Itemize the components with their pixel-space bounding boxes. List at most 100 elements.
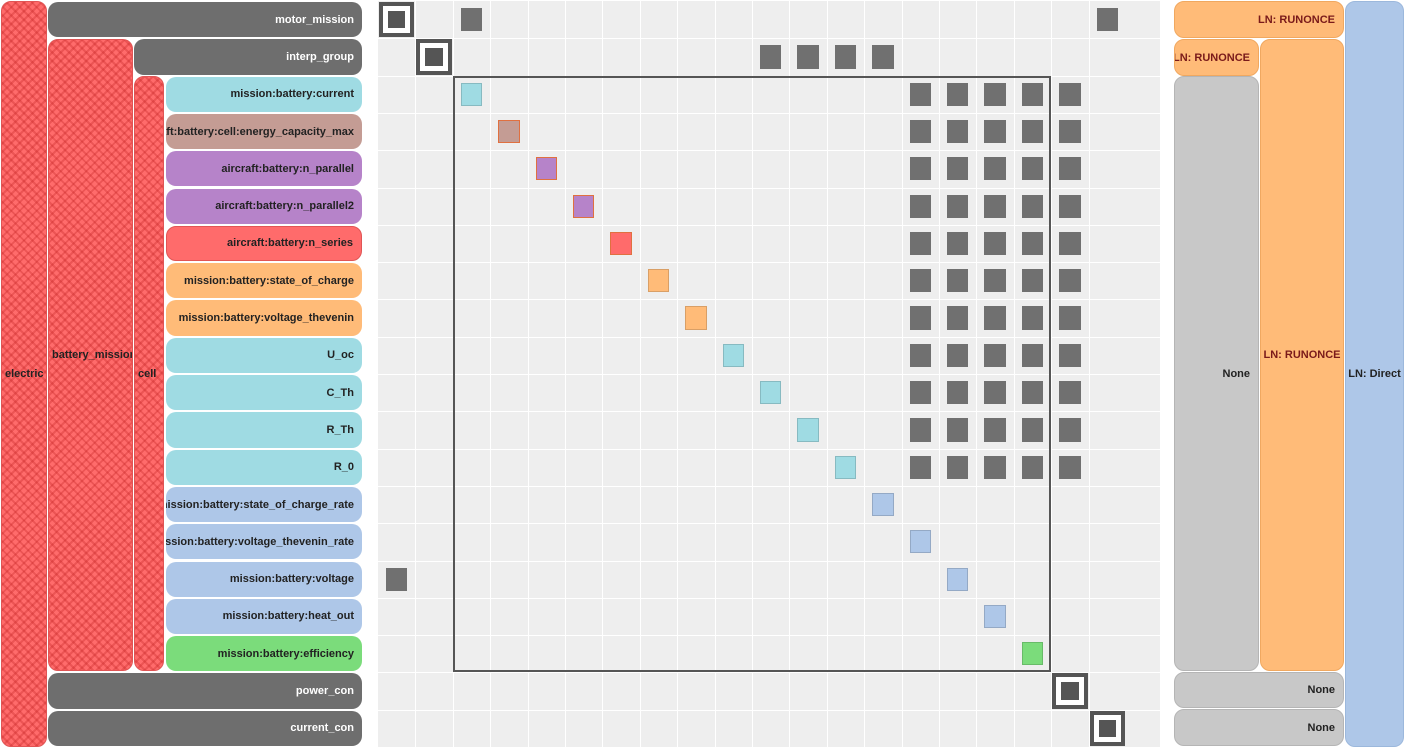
- connection-cell[interactable]: [1021, 231, 1044, 256]
- diagonal-cell-5[interactable]: [573, 194, 595, 218]
- diagonal-cell-2[interactable]: [460, 82, 483, 106]
- connection-cell[interactable]: [909, 418, 931, 442]
- diagonal-cell-4[interactable]: [535, 157, 557, 181]
- diagonal-cell-15[interactable]: [947, 567, 969, 591]
- connection-cell[interactable]: [984, 381, 1006, 405]
- connection-cell[interactable]: [947, 269, 969, 293]
- connection-cell[interactable]: [909, 269, 931, 293]
- connection-cell[interactable]: [1059, 381, 1081, 405]
- row-label-5[interactable]: aircraft:battery:n_parallel2: [166, 188, 362, 224]
- connection-cell[interactable]: [909, 157, 931, 181]
- diagonal-cell-11[interactable]: [797, 418, 819, 442]
- row-label-8[interactable]: mission:battery:voltage_thevenin: [166, 300, 362, 336]
- row-label-13[interactable]: mission:battery:state_of_charge_rate: [166, 486, 362, 523]
- row-label-4[interactable]: aircraft:battery:n_parallel: [166, 151, 362, 187]
- connection-cell[interactable]: [947, 418, 969, 442]
- solver-interp[interactable]: LN: RUNONCE: [1174, 39, 1259, 76]
- connection-cell[interactable]: [947, 119, 969, 144]
- row-label-0[interactable]: motor_mission: [48, 2, 362, 38]
- group-cell[interactable]: cell: [134, 76, 164, 671]
- connection-cell[interactable]: [984, 269, 1006, 293]
- connection-cell[interactable]: [1021, 194, 1044, 218]
- row-label-11[interactable]: R_Th: [166, 412, 362, 448]
- diagonal-cell-6[interactable]: [610, 231, 632, 256]
- diagonal-cell-10[interactable]: [760, 381, 782, 405]
- solver-top[interactable]: LN: RUNONCE: [1174, 1, 1344, 38]
- connection-cell[interactable]: [460, 8, 483, 32]
- connection-cell[interactable]: [947, 231, 969, 256]
- row-label-14[interactable]: mission:battery:voltage_thevenin_rate: [166, 524, 362, 560]
- row-label-16[interactable]: mission:battery:heat_out: [166, 598, 362, 635]
- group-battery-mission[interactable]: battery_mission: [48, 39, 133, 671]
- diagonal-cell-1[interactable]: [416, 39, 452, 75]
- connection-cell[interactable]: [1021, 418, 1044, 442]
- solver-electric[interactable]: LN: Direct: [1345, 1, 1404, 747]
- connection-cell[interactable]: [1059, 455, 1081, 479]
- solver-current-con[interactable]: None: [1174, 709, 1344, 746]
- connection-cell[interactable]: [797, 45, 819, 69]
- connection-cell[interactable]: [1021, 269, 1044, 293]
- row-label-15[interactable]: mission:battery:voltage: [166, 561, 362, 597]
- connection-cell[interactable]: [1059, 157, 1081, 181]
- connection-cell[interactable]: [872, 45, 894, 69]
- row-label-17[interactable]: mission:battery:efficiency: [166, 636, 362, 672]
- row-label-10[interactable]: C_Th: [166, 375, 362, 411]
- diagonal-cell-17[interactable]: [1021, 642, 1044, 666]
- connection-cell[interactable]: [984, 82, 1006, 106]
- connection-cell[interactable]: [984, 119, 1006, 144]
- solver-power-con[interactable]: None: [1174, 672, 1344, 708]
- diagonal-cell-16[interactable]: [984, 604, 1006, 629]
- group-electric[interactable]: electric: [1, 1, 47, 747]
- connection-cell[interactable]: [947, 381, 969, 405]
- diagonal-cell-0[interactable]: [379, 2, 415, 38]
- connection-cell[interactable]: [1021, 381, 1044, 405]
- connection-cell[interactable]: [909, 343, 931, 367]
- row-label-12[interactable]: R_0: [166, 449, 362, 485]
- connection-cell[interactable]: [947, 157, 969, 181]
- connection-cell[interactable]: [1096, 8, 1118, 32]
- solver-cell[interactable]: LN: RUNONCE: [1260, 39, 1344, 671]
- connection-cell[interactable]: [909, 82, 931, 106]
- connection-cell[interactable]: [909, 306, 931, 330]
- diagonal-cell-19[interactable]: [1089, 710, 1125, 746]
- diagonal-cell-9[interactable]: [722, 343, 744, 367]
- connection-cell[interactable]: [1021, 343, 1044, 367]
- connection-cell[interactable]: [1059, 418, 1081, 442]
- connection-cell[interactable]: [909, 455, 931, 479]
- connection-cell[interactable]: [1059, 269, 1081, 293]
- connection-cell[interactable]: [909, 194, 931, 218]
- connection-cell[interactable]: [1021, 119, 1044, 144]
- connection-cell[interactable]: [947, 194, 969, 218]
- connection-cell[interactable]: [909, 381, 931, 405]
- row-label-2[interactable]: mission:battery:current: [166, 76, 362, 112]
- connection-cell[interactable]: [386, 567, 408, 591]
- connection-cell[interactable]: [984, 194, 1006, 218]
- connection-cell[interactable]: [1021, 82, 1044, 106]
- row-label-18[interactable]: power_con: [48, 673, 362, 709]
- connection-cell[interactable]: [1059, 306, 1081, 330]
- row-label-19[interactable]: current_con: [48, 710, 362, 746]
- connection-cell[interactable]: [1021, 306, 1044, 330]
- solver-battery-mission[interactable]: None: [1174, 76, 1259, 671]
- diagonal-cell-14[interactable]: [909, 530, 931, 554]
- diagonal-cell-12[interactable]: [834, 455, 857, 479]
- row-label-3[interactable]: aircraft:battery:cell:energy_capacity_ma…: [166, 113, 362, 150]
- diagonal-cell-3[interactable]: [498, 119, 520, 144]
- connection-cell[interactable]: [1059, 231, 1081, 256]
- row-label-1[interactable]: interp_group: [134, 39, 362, 75]
- connection-cell[interactable]: [1059, 82, 1081, 106]
- connection-cell[interactable]: [947, 306, 969, 330]
- connection-cell[interactable]: [984, 157, 1006, 181]
- connection-cell[interactable]: [1021, 455, 1044, 479]
- connection-cell[interactable]: [984, 231, 1006, 256]
- connection-cell[interactable]: [947, 82, 969, 106]
- connection-cell[interactable]: [760, 45, 782, 69]
- connection-cell[interactable]: [984, 418, 1006, 442]
- diagonal-cell-7[interactable]: [647, 269, 670, 293]
- connection-cell[interactable]: [1059, 343, 1081, 367]
- connection-cell[interactable]: [1059, 119, 1081, 144]
- connection-cell[interactable]: [909, 119, 931, 144]
- connection-cell[interactable]: [984, 306, 1006, 330]
- connection-cell[interactable]: [909, 231, 931, 256]
- row-label-6[interactable]: aircraft:battery:n_series: [166, 225, 362, 262]
